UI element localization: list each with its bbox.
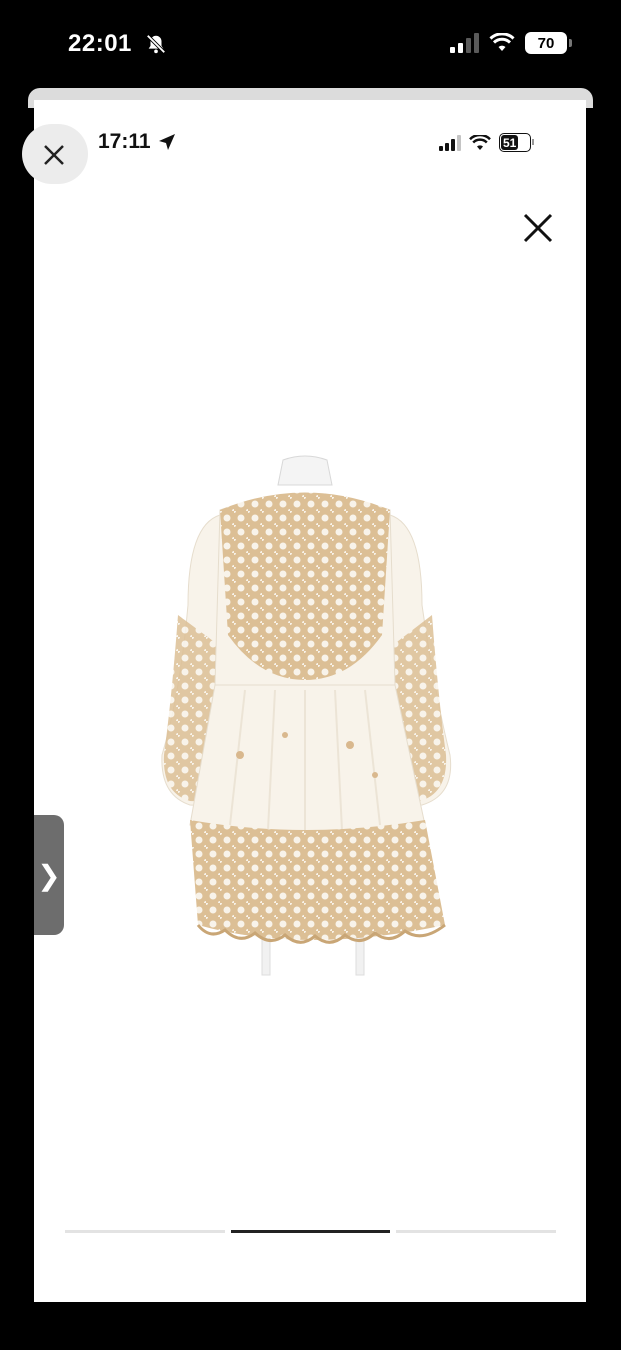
signal-icon xyxy=(450,33,479,53)
battery-icon: 70 xyxy=(525,32,572,54)
wifi-icon xyxy=(489,33,515,51)
pager-segment-active[interactable] xyxy=(231,1230,390,1233)
chevron-right-icon: ❯ xyxy=(37,859,61,891)
signal-icon xyxy=(439,134,461,151)
close-icon[interactable] xyxy=(522,212,554,244)
outer-status-bar: 22:01 70 xyxy=(0,0,621,90)
side-panel-tab[interactable]: ❯ xyxy=(34,815,64,935)
pager-segment[interactable] xyxy=(65,1230,225,1233)
battery-level: 51 xyxy=(503,135,517,150)
sheet-close-button[interactable] xyxy=(22,124,88,184)
location-arrow-icon xyxy=(159,134,175,150)
pager-segment[interactable] xyxy=(396,1230,556,1233)
wifi-icon xyxy=(469,134,491,150)
outer-status-time: 22:01 xyxy=(68,30,132,57)
dress-photo xyxy=(161,455,452,976)
battery-level: 70 xyxy=(537,34,555,52)
close-icon xyxy=(44,145,64,165)
battery-icon: 51 xyxy=(499,133,534,152)
inner-status-time: 17:11 xyxy=(98,130,151,153)
bell-slash-icon xyxy=(146,34,166,54)
